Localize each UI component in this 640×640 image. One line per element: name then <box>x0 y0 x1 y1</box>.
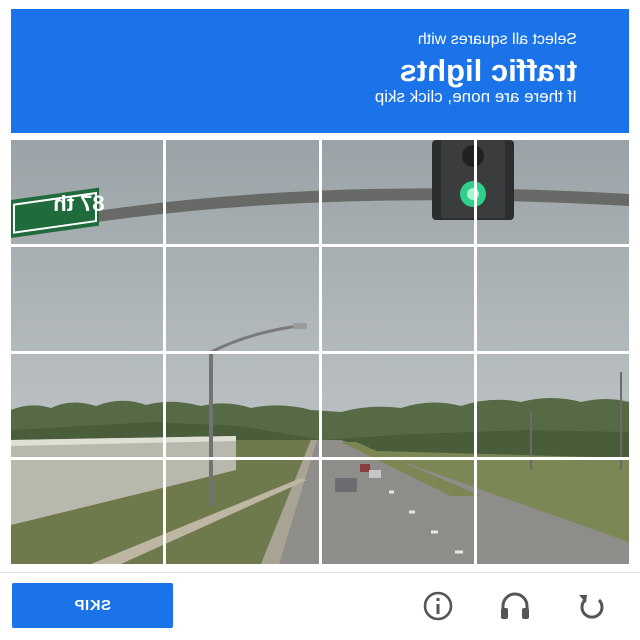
grid-tile-r3-c3[interactable] <box>477 460 629 564</box>
grid-tile-r2-c1[interactable] <box>166 354 318 458</box>
info-icon[interactable] <box>418 586 458 626</box>
reload-icon[interactable] <box>572 586 612 626</box>
grid-tile-r2-c3[interactable] <box>477 354 629 458</box>
captcha-challenge: Select all squares with traffic lights I… <box>0 0 640 640</box>
audio-headphones-icon[interactable] <box>495 586 535 626</box>
tile-grid <box>11 140 629 564</box>
skip-button[interactable]: SKIP <box>12 583 173 628</box>
instruction-line-3: If there are none, click skip <box>374 87 577 106</box>
grid-tile-r2-c2[interactable] <box>322 354 474 458</box>
grid-tile-r3-c0[interactable] <box>11 460 163 564</box>
target-object-label: traffic lights <box>399 53 577 88</box>
grid-tile-r0-c1[interactable] <box>166 140 318 244</box>
instruction-line-1: Select all squares with <box>417 31 577 48</box>
grid-tile-r3-c1[interactable] <box>166 460 318 564</box>
grid-tile-r1-c0[interactable] <box>11 247 163 351</box>
skip-button-label: SKIP <box>74 597 112 614</box>
grid-tile-r0-c2[interactable] <box>322 140 474 244</box>
grid-tile-r1-c3[interactable] <box>477 247 629 351</box>
instruction-header: Select all squares with traffic lights I… <box>11 9 629 133</box>
grid-tile-r1-c2[interactable] <box>322 247 474 351</box>
footer-divider <box>0 572 640 573</box>
grid-tile-r2-c0[interactable] <box>11 354 163 458</box>
grid-tile-r0-c0[interactable] <box>11 140 163 244</box>
image-grid: 87 th <box>11 140 629 564</box>
instruction-text-mirrored: Select all squares with traffic lights I… <box>11 9 629 133</box>
grid-tile-r3-c2[interactable] <box>322 460 474 564</box>
grid-tile-r1-c1[interactable] <box>166 247 318 351</box>
grid-tile-r0-c3[interactable] <box>477 140 629 244</box>
